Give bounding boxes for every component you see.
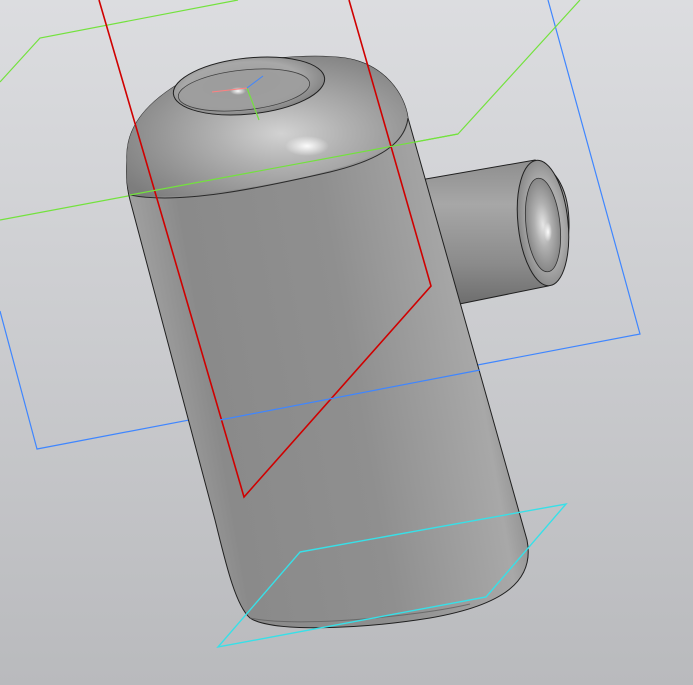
scene-canvas[interactable] <box>0 0 693 685</box>
dome-specular <box>285 136 329 156</box>
3d-viewport[interactable] <box>0 0 693 685</box>
boss-specular <box>544 222 552 242</box>
